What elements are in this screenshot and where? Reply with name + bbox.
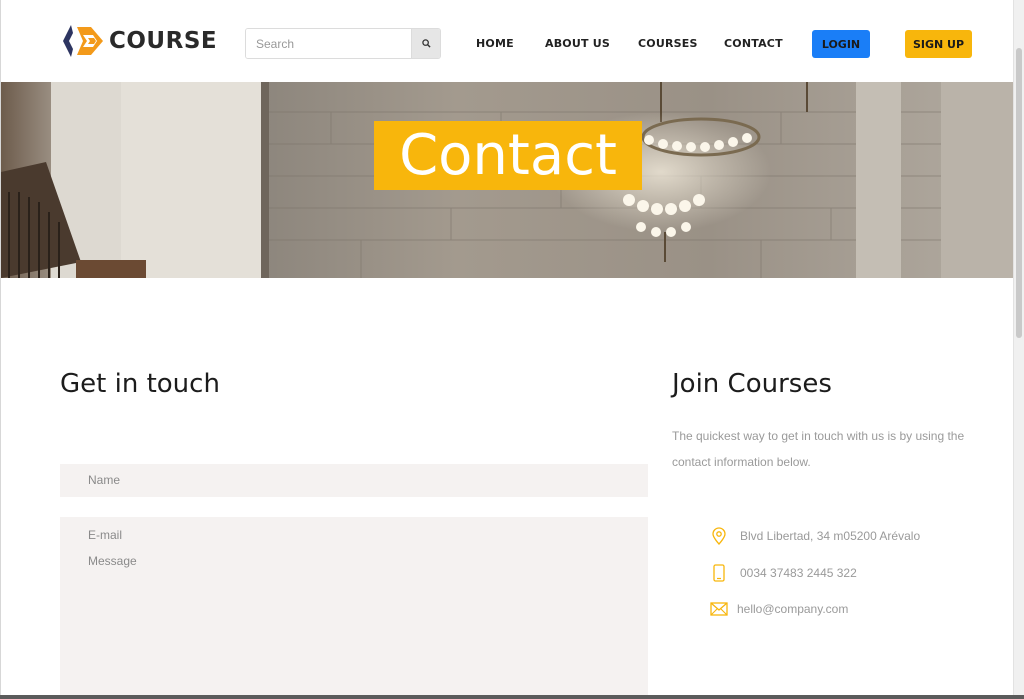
nav-about-us[interactable]: ABOUT US [545, 37, 610, 50]
envelope-icon [710, 602, 728, 616]
search-button[interactable] [411, 29, 440, 58]
nav-home[interactable]: HOME [476, 37, 514, 50]
address-text: Blvd Libertad, 34 m05200 Arévalo [740, 529, 921, 543]
search-input[interactable] [246, 29, 411, 58]
nav-courses[interactable]: COURSES [638, 37, 698, 50]
get-in-touch-heading: Get in touch [60, 369, 220, 399]
phone-icon [713, 564, 725, 582]
search-icon [421, 39, 431, 48]
contact-intro-text: The quickest way to get in touch with us… [672, 429, 965, 469]
logo[interactable]: COURSE [61, 22, 217, 60]
hero-banner: Contact [1, 82, 1013, 278]
join-courses-heading: Join Courses [672, 369, 832, 399]
phone-text[interactable]: 0034 37483 2445 322 [740, 566, 857, 580]
address-row: Blvd Libertad, 34 m05200 Arévalo [710, 527, 920, 545]
login-button[interactable]: LOGIN [812, 30, 870, 58]
email-text[interactable]: hello@company.com [737, 602, 848, 616]
message-field-placeholder[interactable]: Message [88, 554, 137, 568]
map-pin-icon [712, 527, 726, 545]
search-box [245, 28, 441, 59]
logo-mark-icon [63, 25, 103, 57]
message-field[interactable]: E-mail Message [60, 517, 648, 697]
hero-title: Contact [374, 121, 642, 190]
name-field[interactable]: Name [60, 464, 648, 497]
signup-button[interactable]: SIGN UP [905, 30, 972, 58]
site-header: COURSE HOME ABOUT US COURSES CONTACT LOG… [1, 0, 1013, 82]
scrollbar-thumb[interactable] [1016, 48, 1022, 338]
logo-text: COURSE [109, 28, 218, 54]
phone-row: 0034 37483 2445 322 [712, 564, 857, 582]
window-bottom-edge [0, 695, 1024, 699]
email-field-placeholder[interactable]: E-mail [88, 528, 122, 542]
email-row: hello@company.com [710, 601, 848, 617]
nav-contact[interactable]: CONTACT [724, 37, 783, 50]
